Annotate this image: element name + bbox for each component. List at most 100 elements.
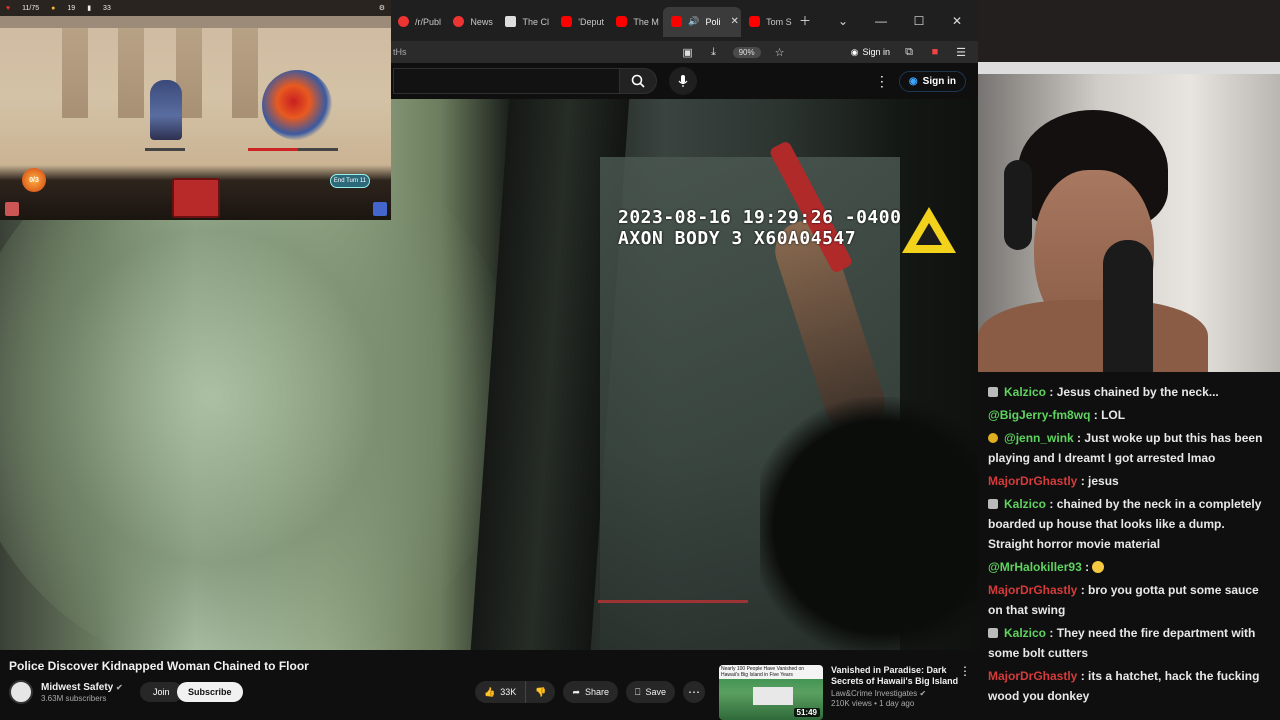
chat-username[interactable]: MajorDrGhastly bbox=[988, 669, 1077, 683]
chat-username[interactable]: MajorDrGhastly bbox=[988, 474, 1077, 488]
new-tab-icon[interactable]: ＋ bbox=[796, 12, 814, 29]
close-tab-icon[interactable]: ✕ bbox=[731, 16, 739, 27]
game-floor: 33 bbox=[103, 4, 111, 12]
end-turn-label: End Turn bbox=[333, 178, 359, 184]
energy-orb: 0/3 bbox=[22, 168, 46, 192]
chat-message: MajorDrGhastly : jesus bbox=[988, 471, 1272, 491]
chat-username[interactable]: Kalzico bbox=[1004, 626, 1046, 640]
channel-name[interactable]: Midwest Safety ✔ bbox=[41, 682, 123, 693]
youtube-icon bbox=[749, 16, 761, 27]
chat-text: LOL bbox=[1101, 408, 1126, 422]
extensions-icon[interactable]: ⧉ bbox=[902, 45, 916, 59]
close-window-icon[interactable]: ✕ bbox=[948, 14, 966, 28]
browser-tab[interactable]: The Cl bbox=[497, 7, 553, 37]
browser-tab[interactable]: Tom S bbox=[741, 7, 796, 37]
floor-icon: ▮ bbox=[87, 5, 92, 12]
zoom-level[interactable]: 90% bbox=[732, 46, 761, 58]
headset bbox=[1004, 160, 1032, 250]
chat-separator: : bbox=[1090, 408, 1102, 422]
like-count: 33K bbox=[500, 687, 517, 697]
more-vert-icon[interactable]: ⋮ bbox=[875, 73, 889, 90]
browser-tab[interactable]: The M bbox=[608, 7, 663, 37]
browser-signin-button[interactable]: ◉ Sign in bbox=[851, 47, 890, 58]
tab-label: 'Deput bbox=[578, 16, 605, 27]
chevron-down-icon[interactable]: ⌄ bbox=[834, 14, 852, 28]
bookmark-icon: ⎕ bbox=[635, 686, 641, 697]
heart-icon: ♥ bbox=[6, 4, 11, 12]
more-vert-icon[interactable]: ⋮ bbox=[959, 664, 971, 678]
game-hp: 11/75 bbox=[22, 4, 40, 12]
browser-tab-active[interactable]: 🔊 Poli ✕ bbox=[663, 6, 742, 37]
subscriber-badge-icon bbox=[988, 628, 998, 638]
gear-icon[interactable]: ⚙ bbox=[379, 4, 385, 12]
youtube-icon bbox=[616, 16, 628, 27]
like-button[interactable]: 👍 33K bbox=[475, 681, 527, 703]
draw-pile-icon[interactable] bbox=[5, 202, 19, 216]
browser-tab[interactable]: 'Deput bbox=[553, 7, 608, 37]
thumbnail-banner: Nearly 100 People Have Vanished on Hawai… bbox=[719, 665, 823, 679]
search-button[interactable] bbox=[619, 68, 657, 94]
account-icon: ◉ bbox=[908, 75, 918, 87]
axon-logo-icon bbox=[902, 207, 956, 253]
recommended-video[interactable]: Nearly 100 People Have Vanished on Hawai… bbox=[719, 665, 977, 720]
recommended-title[interactable]: Vanished in Paradise: Dark Secrets of Ha… bbox=[831, 665, 971, 687]
recommended-thumbnail[interactable]: Nearly 100 People Have Vanished on Hawai… bbox=[719, 665, 823, 720]
speaker-icon: 🔊 bbox=[688, 16, 700, 26]
share-icon: ➦ bbox=[572, 686, 580, 697]
browser-tab[interactable]: News bbox=[445, 7, 497, 37]
minimize-icon[interactable]: — bbox=[872, 14, 890, 28]
chat-separator: : bbox=[1046, 626, 1057, 640]
channel-name-label: Midwest Safety bbox=[41, 681, 114, 693]
youtube-masthead: ⋮ ◉ Sign in bbox=[390, 63, 978, 99]
maximize-icon[interactable]: ☐ bbox=[910, 14, 928, 28]
youtube-icon bbox=[561, 16, 573, 27]
chat-username[interactable]: @jenn_wink bbox=[1004, 431, 1074, 445]
menu-icon[interactable]: ☰ bbox=[954, 45, 968, 59]
live-chat: Kalzico : Jesus chained by the neck... @B… bbox=[978, 372, 1280, 720]
browser-tab[interactable]: /r/Publ bbox=[390, 7, 445, 37]
chat-username[interactable]: Kalzico bbox=[1004, 385, 1046, 399]
verified-icon: ✔ bbox=[116, 682, 123, 692]
chat-message: MajorDrGhastly : bro you gotta put some … bbox=[988, 580, 1272, 620]
chat-message: Kalzico : They need the fire department … bbox=[988, 623, 1272, 663]
share-button[interactable]: ➦ Share bbox=[563, 681, 619, 703]
address-bar[interactable]: tHs bbox=[390, 47, 407, 57]
chat-separator: : bbox=[1077, 474, 1089, 488]
chat-username[interactable]: MajorDrGhastly bbox=[988, 583, 1077, 597]
youtube-signin-button[interactable]: ◉ Sign in bbox=[898, 70, 966, 92]
chat-message: Kalzico : Jesus chained by the neck... bbox=[988, 382, 1272, 402]
thumbs-up-icon: 👍 bbox=[484, 686, 496, 697]
download-icon[interactable]: ⤓ bbox=[707, 45, 721, 59]
bookmark-star-icon[interactable]: ☆ bbox=[773, 45, 787, 59]
end-turn-button[interactable]: End Turn 11 bbox=[330, 174, 370, 188]
save-button[interactable]: ⎕ Save bbox=[626, 681, 675, 703]
reader-icon[interactable]: ▣ bbox=[681, 45, 695, 59]
scene-pillar bbox=[232, 28, 258, 118]
enemy-character[interactable] bbox=[262, 70, 332, 140]
chat-separator: : bbox=[1081, 560, 1093, 574]
chat-text: Jesus chained by the neck... bbox=[1056, 385, 1219, 399]
chat-username[interactable]: @MrHalokiller93 bbox=[988, 560, 1082, 574]
discard-pile-icon[interactable] bbox=[373, 202, 387, 216]
hand-card[interactable] bbox=[172, 178, 220, 218]
streamer-body bbox=[978, 300, 1208, 372]
video-info: Police Discover Kidnapped Woman Chained … bbox=[0, 650, 978, 720]
dislike-button[interactable]: 👎 bbox=[526, 681, 556, 703]
relic-bar bbox=[0, 16, 391, 28]
player-hp-bar bbox=[145, 148, 185, 151]
webcam-top-strip bbox=[978, 0, 1280, 62]
share-label: Share bbox=[585, 687, 610, 697]
player-character bbox=[150, 80, 182, 140]
extension-badge-icon[interactable]: ■ bbox=[928, 45, 942, 59]
chat-username[interactable]: Kalzico bbox=[1004, 497, 1046, 511]
more-actions-icon[interactable]: ⋯ bbox=[682, 681, 705, 703]
chat-username[interactable]: @BigJerry-fm8wq bbox=[988, 408, 1090, 422]
chat-separator: : bbox=[1077, 669, 1089, 683]
search-input[interactable] bbox=[393, 68, 619, 94]
thumbs-down-icon: 👎 bbox=[535, 686, 547, 697]
voice-search-button[interactable] bbox=[669, 67, 697, 95]
tab-label: /r/Publ bbox=[415, 16, 442, 27]
subscribe-button[interactable]: Subscribe bbox=[177, 682, 243, 702]
member-badge-icon bbox=[988, 433, 998, 443]
avatar[interactable] bbox=[9, 680, 33, 704]
